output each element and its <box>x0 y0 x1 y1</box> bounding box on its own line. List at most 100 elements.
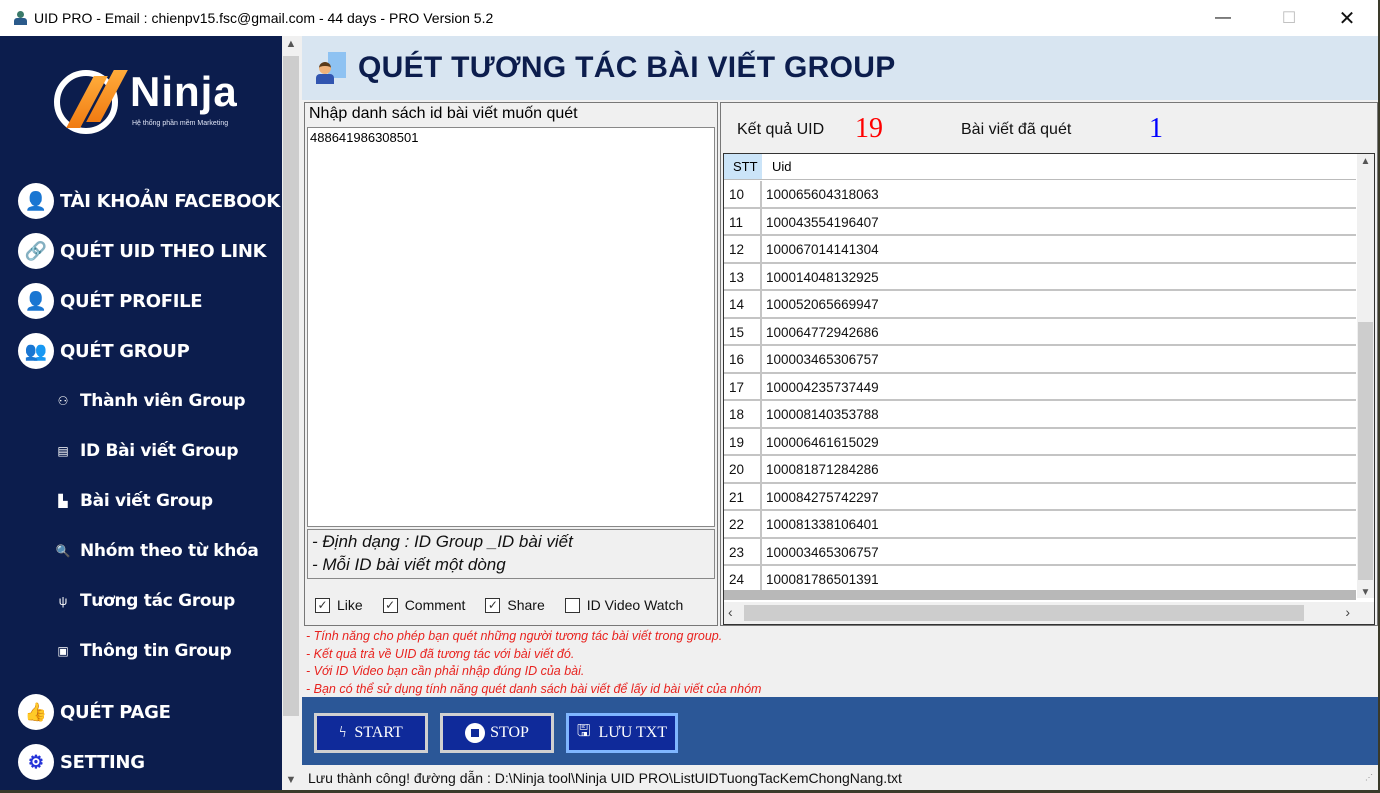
table-row[interactable]: 15 100064772942686 <box>724 318 1356 346</box>
comment-checkbox[interactable]: ✓ Comment <box>382 597 465 613</box>
minimize-button[interactable]: — <box>1200 0 1246 36</box>
results-panel: Kết quả UID 19 Bài viết đã quét 1 STT Ui… <box>720 102 1378 626</box>
cell-uid: 100004235737449 <box>766 379 879 395</box>
title-bar: UID PRO - Email : chienpv15.fsc@gmail.co… <box>0 0 1378 36</box>
close-button[interactable]: ✕ <box>1324 0 1370 36</box>
cell-uid: 100067014141304 <box>766 242 879 257</box>
scroll-right-icon[interactable]: › <box>1345 604 1350 620</box>
cell-stt: 23 <box>724 538 762 564</box>
page-scrollbar[interactable]: ▲ ▼ <box>282 36 300 790</box>
action-bar: ϟ START STOP 🖫 LƯU TXT <box>302 697 1378 765</box>
sidebar-item-quet-profile[interactable]: 👤 QUÉT PROFILE <box>18 283 203 319</box>
start-button[interactable]: ϟ START <box>314 713 428 753</box>
app-icon <box>12 10 28 26</box>
scroll-down-icon[interactable]: ▼ <box>1357 587 1374 598</box>
cell-uid: 100064772942686 <box>766 324 879 340</box>
business-person-icon <box>314 50 350 86</box>
table-row[interactable]: 20 100081871284286 <box>724 456 1356 484</box>
table-row[interactable]: 12 100067014141304 <box>724 236 1356 264</box>
cell-stt: 13 <box>724 263 762 289</box>
scroll-up-icon[interactable]: ▲ <box>282 38 300 50</box>
table-row[interactable]: 23 100003465306757 <box>724 538 1356 566</box>
table-row[interactable]: 21 100084275742297 <box>724 483 1356 511</box>
scrollbar-thumb[interactable] <box>744 605 1304 621</box>
info-icon: ▣ <box>57 644 69 658</box>
scroll-down-icon[interactable]: ▼ <box>282 774 300 786</box>
sidebar-item-id-bai-viet-group[interactable]: ▤ ID Bài viết Group <box>54 438 238 464</box>
sidebar-item-nhom-theo-tu-khoa[interactable]: 🔍 Nhóm theo từ khóa <box>54 538 259 564</box>
table-row[interactable]: 11 100043554196407 <box>724 208 1356 236</box>
sidebar-item-setting[interactable]: ⚙ SETTING <box>18 744 145 780</box>
profile-icon: 👤 <box>18 283 54 319</box>
cell-stt: 17 <box>724 373 762 399</box>
feature-notes: - Tính năng cho phép bạn quét những ngườ… <box>306 629 762 696</box>
sidebar-item-tuong-tac-group[interactable]: ψ Tương tác Group <box>54 588 236 614</box>
cell-stt: 19 <box>724 428 762 454</box>
status-message: Lưu thành công! đường dẫn : D:\Ninja too… <box>308 769 902 786</box>
cell-uid: 100052065669947 <box>766 297 879 312</box>
scroll-up-icon[interactable]: ▲ <box>1357 156 1374 167</box>
maximize-button[interactable]: ☐ <box>1266 0 1312 36</box>
id-video-watch-checkbox[interactable]: ID Video Watch <box>564 597 683 613</box>
sidebar-item-quet-page[interactable]: 👍 QUÉT PAGE <box>18 694 171 730</box>
interaction-type-checkboxes: ✓ Like ✓ Comment ✓ Share ID Video Watch <box>315 597 703 613</box>
cell-uid: 100003465306757 <box>766 352 879 367</box>
cell-uid: 100006461615029 <box>766 434 879 450</box>
table-row[interactable]: 19 100006461615029 <box>724 428 1356 456</box>
table-row[interactable]: 17 100004235737449 <box>724 373 1356 401</box>
input-panel-title: Nhập danh sách id bài viết muốn quét <box>309 105 578 122</box>
column-header-stt[interactable]: STT <box>724 154 762 179</box>
sidebar-item-tai-khoan-facebook[interactable]: 👤 TÀI KHOẢN FACEBOOK <box>18 183 280 219</box>
sidebar-item-quet-uid-theo-link[interactable]: 🔗 QUÉT UID THEO LINK <box>18 233 267 269</box>
check-icon: ✓ <box>315 597 330 613</box>
cell-uid: 100081786501391 <box>766 572 879 587</box>
cell-stt: 22 <box>724 511 762 537</box>
sidebar-item-thong-tin-group[interactable]: ▣ Thông tin Group <box>54 638 231 664</box>
sidebar-item-quet-group[interactable]: 👥 QUÉT GROUP <box>18 333 190 369</box>
resize-grip-icon[interactable]: ⋰ <box>1365 773 1373 782</box>
scrollbar-thumb[interactable] <box>283 56 299 716</box>
table-row[interactable]: 10 100065604318063 <box>724 181 1356 209</box>
group-icon: 👥 <box>18 333 54 369</box>
page-icon: 👍 <box>18 694 54 730</box>
table-row[interactable]: 18 100008140353788 <box>724 401 1356 429</box>
share-checkbox[interactable]: ✓ Share <box>485 597 545 613</box>
user-icon: 👤 <box>18 183 54 219</box>
check-icon: ✓ <box>382 597 398 613</box>
save-txt-button[interactable]: 🖫 LƯU TXT <box>566 713 678 753</box>
uid-result-grid[interactable]: STT Uid 10 100065604318063 11 1000435541964… <box>723 153 1375 625</box>
lightning-icon: ϟ <box>339 724 347 741</box>
document-icon: ▤ <box>57 444 69 458</box>
cell-uid: 100043554196407 <box>766 214 879 230</box>
posts-scanned-count: 1 <box>1149 113 1163 144</box>
grid-rows: 10 100065604318063 11 100043554196407 12 1000… <box>724 181 1356 594</box>
logo-wordmark: Ninja <box>130 68 238 115</box>
sidebar-item-thanh-vien-group[interactable]: ⚇ Thành viên Group <box>54 388 246 414</box>
table-row[interactable]: 16 100003465306757 <box>724 346 1356 374</box>
column-header-uid[interactable]: Uid <box>762 154 792 179</box>
post-icon: ▙ <box>58 494 68 508</box>
table-row[interactable]: 14 100052065669947 <box>724 291 1356 319</box>
stop-button[interactable]: STOP <box>440 713 554 753</box>
posts-scanned-label: Bài viết đã quét <box>961 121 1072 138</box>
search-icon: 🔍 <box>55 544 71 558</box>
usb-icon: ψ <box>58 594 68 608</box>
cell-stt: 14 <box>724 291 762 317</box>
logo-tagline: Hệ thống phần mềm Marketing <box>132 120 229 127</box>
table-row[interactable]: 13 100014048132925 <box>724 263 1356 291</box>
page-title: QUÉT TƯƠNG TÁC BÀI VIẾT GROUP <box>358 51 896 84</box>
cell-stt: 18 <box>724 401 762 427</box>
post-id-input-panel: Nhập danh sách id bài viết muốn quét - Đ… <box>304 102 718 626</box>
table-row[interactable]: 22 100081338106401 <box>724 511 1356 539</box>
grid-horizontal-scrollbar[interactable]: ‹ › <box>724 602 1374 624</box>
grid-vertical-scrollbar[interactable]: ▲ ▼ <box>1357 154 1374 598</box>
scrollbar-thumb[interactable] <box>1358 322 1373 580</box>
scroll-left-icon[interactable]: ‹ <box>728 604 733 620</box>
check-icon: ✓ <box>485 597 501 613</box>
post-id-textarea[interactable] <box>307 127 715 527</box>
like-checkbox[interactable]: ✓ Like <box>315 597 363 613</box>
cell-stt: 10 <box>724 181 762 207</box>
cell-uid: 100081338106401 <box>766 517 879 532</box>
sidebar-item-bai-viet-group[interactable]: ▙ Bài viết Group <box>54 488 213 514</box>
cell-stt: 16 <box>724 346 762 372</box>
